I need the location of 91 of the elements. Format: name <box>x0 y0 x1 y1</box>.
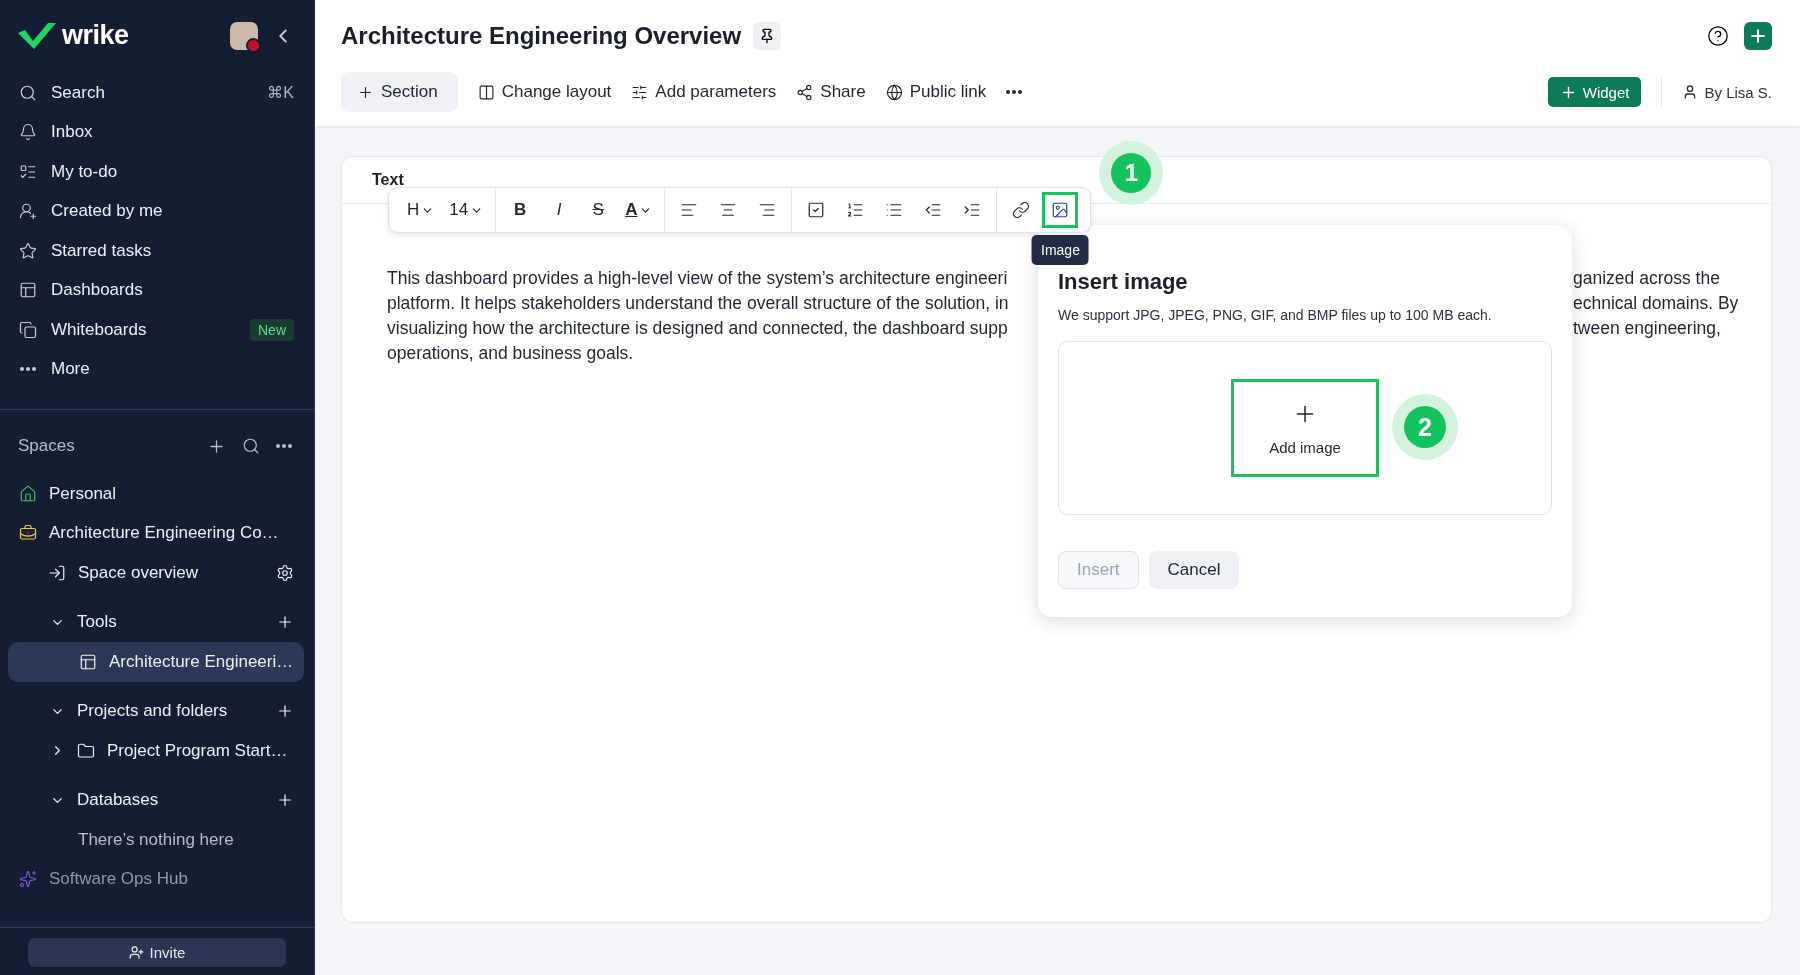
format-dropdown[interactable]: 14 <box>443 192 490 228</box>
toolbar-button[interactable]: Section <box>341 72 458 112</box>
toolbar-button[interactable]: Change layout <box>477 72 612 112</box>
logo-check-icon <box>18 22 56 49</box>
link-icon <box>1012 201 1031 219</box>
format-dropdown[interactable]: A <box>619 192 659 228</box>
nav-item[interactable]: Created by me <box>0 191 314 231</box>
bell-icon <box>19 123 37 142</box>
more-icon <box>20 367 36 372</box>
numbered-list-icon <box>846 201 865 219</box>
indent-icon <box>963 201 982 219</box>
format-button[interactable]: I <box>541 192 578 228</box>
status-dot <box>246 37 261 53</box>
spaces-heading: Spaces <box>18 436 76 456</box>
align-right-icon <box>758 201 777 219</box>
page-title: Architecture Engineering Overview <box>341 22 742 50</box>
nav-item[interactable]: Inbox <box>0 112 314 152</box>
format-button[interactable]: B <box>502 192 539 228</box>
empty-text: There’s nothing here <box>77 828 235 851</box>
space-overview-link[interactable]: Space overview <box>0 553 314 593</box>
paragraph-line: echnical domains. By <box>1573 292 1739 315</box>
logo-text: wrike <box>62 20 129 51</box>
shortcut-hint: ⌘K <box>267 83 294 103</box>
pin-button[interactable] <box>753 22 782 50</box>
nav-item[interactable]: My to-do <box>0 152 314 192</box>
copy-icon <box>19 320 37 339</box>
more-button[interactable] <box>1006 90 1023 94</box>
dialog-title: Insert image <box>1058 269 1189 295</box>
tree-item[interactable]: Project Program Start… <box>8 731 304 771</box>
layout-icon <box>19 281 37 300</box>
checkbox-icon <box>807 201 826 219</box>
avatar[interactable] <box>230 21 258 50</box>
search-icon[interactable] <box>242 437 260 455</box>
image-icon <box>1051 201 1070 219</box>
nav-item[interactable]: Starred tasks <box>0 231 314 271</box>
paragraph-line: tween engineering, <box>1573 317 1721 340</box>
tooltip: Image <box>1032 235 1089 265</box>
help-icon <box>1707 25 1729 47</box>
enter-icon <box>48 563 66 582</box>
tree-item[interactable]: Architecture Engineeri… <box>8 642 304 682</box>
toolbar-button[interactable]: Public link <box>885 72 987 112</box>
layout-icon <box>79 652 97 671</box>
paragraph-line: platform. It helps stakeholders understand the overall structure of the solution, in <box>387 292 1009 315</box>
align-center-icon <box>719 201 738 219</box>
paragraph-line: ganized across the <box>1573 267 1720 290</box>
more-icon[interactable] <box>276 444 292 448</box>
paragraph-line: operations, and business goals. <box>387 342 634 365</box>
paragraph-line: visualizing how the architecture is designed and connected, the dashboard supp <box>387 317 1008 340</box>
format-button[interactable]: S <box>580 192 617 228</box>
globe-icon <box>885 83 903 101</box>
dialog-description: We support JPG, JPEG, PNG, GIF, and BMP files up to 100 MB each. <box>1058 307 1493 323</box>
toolbar-button[interactable]: Add parameters <box>631 72 777 112</box>
nav-item[interactable]: Dashboards <box>0 270 314 310</box>
person-icon <box>19 202 37 221</box>
nav-item[interactable]: Search ⌘K <box>0 73 314 113</box>
space-item[interactable]: Software Ops Hub <box>0 859 314 899</box>
sliders-icon <box>631 83 649 101</box>
invite-button[interactable]: Invite <box>28 938 286 967</box>
new-badge: New <box>250 318 294 341</box>
star-icon <box>19 241 37 260</box>
outdent-icon <box>924 201 943 219</box>
space-item[interactable]: Architecture Engineering Co… <box>0 513 314 553</box>
widget-title: Text <box>372 171 404 188</box>
add-button[interactable] <box>1744 22 1772 50</box>
list-icon <box>19 162 37 181</box>
tree-group[interactable]: Tools <box>0 602 314 642</box>
format-dropdown[interactable]: H <box>401 192 441 228</box>
plus-icon <box>1748 26 1768 46</box>
person-plus-icon <box>128 945 144 960</box>
folder-icon <box>77 741 95 760</box>
drop-zone[interactable]: Add image 2 <box>1058 341 1552 515</box>
columns-icon <box>477 83 495 101</box>
house-icon <box>19 484 37 503</box>
bullet-list-icon <box>885 201 904 219</box>
tree-group[interactable]: Projects and folders <box>0 691 314 731</box>
nav-item[interactable]: More <box>0 349 314 389</box>
tree-group[interactable]: Databases <box>0 780 314 820</box>
briefcase-icon <box>19 524 37 543</box>
owner-label: By Lisa S. <box>1682 83 1772 101</box>
search-icon <box>19 83 37 102</box>
more-icon <box>1006 90 1023 94</box>
share-icon <box>796 83 814 101</box>
align-left-icon <box>680 201 699 219</box>
nav-item[interactable]: Whiteboards New <box>0 310 314 350</box>
toolbar-button[interactable]: Share <box>796 72 866 112</box>
dialog-button[interactable]: Cancel <box>1148 551 1240 589</box>
sparkle-icon <box>19 870 37 889</box>
widget-button[interactable]: Widget <box>1547 77 1642 107</box>
space-item[interactable]: Personal <box>0 474 314 514</box>
settings-icon[interactable] <box>276 563 294 582</box>
paragraph-line: This dashboard provides a high-level view of the system’s architecture engineeri <box>387 267 1008 290</box>
